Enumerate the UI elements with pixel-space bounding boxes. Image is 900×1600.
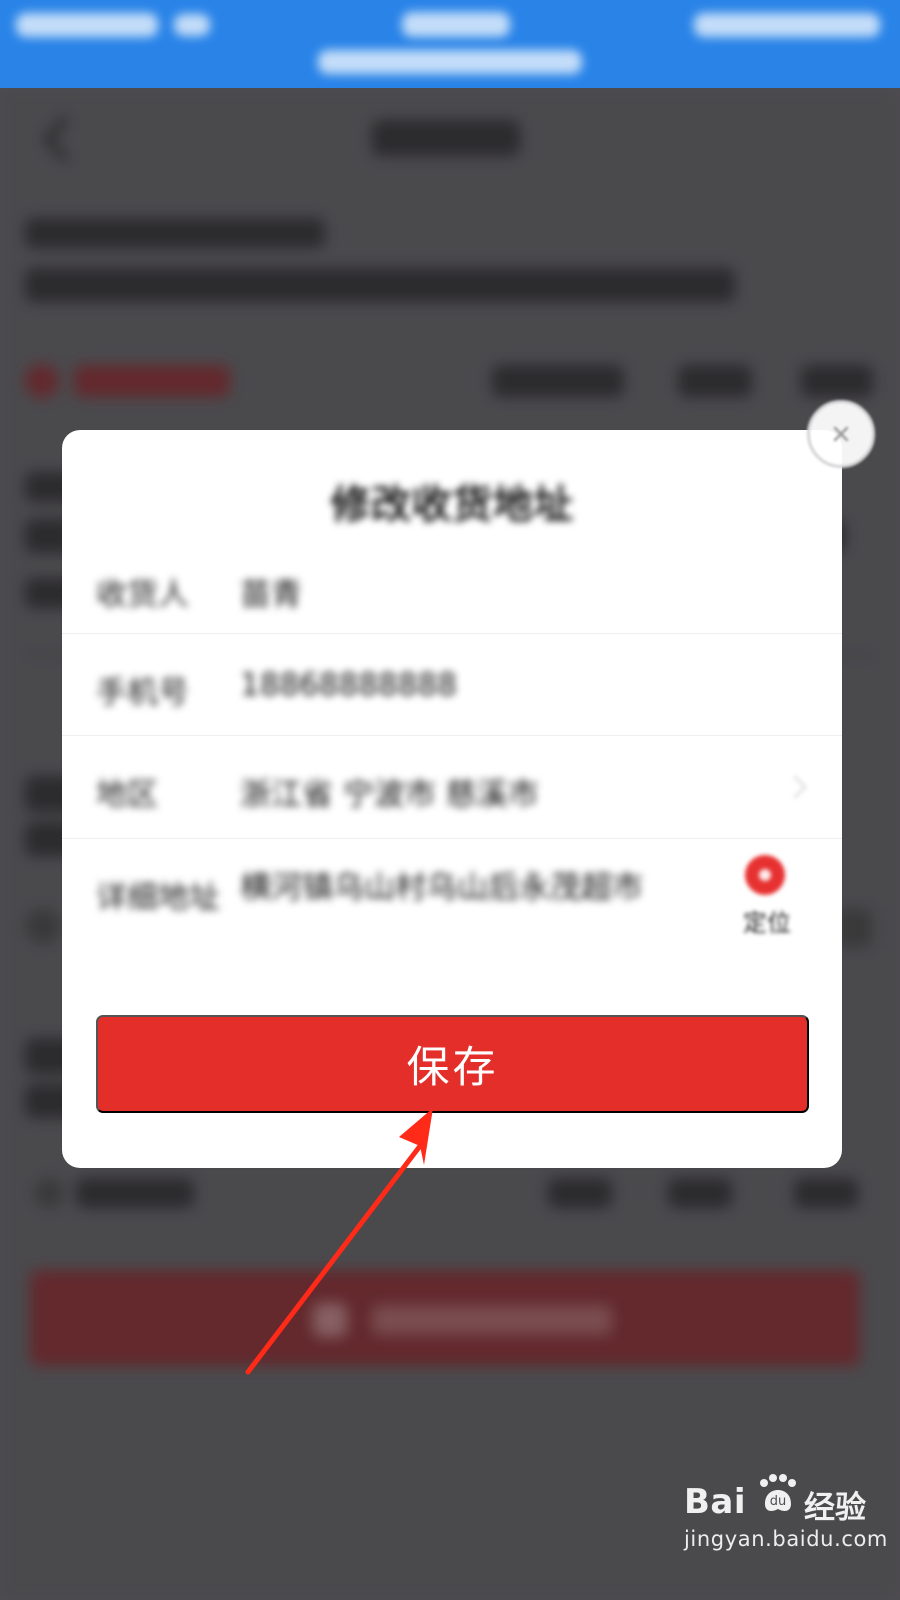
- baidu-paw-logo: du: [760, 1474, 796, 1512]
- detail-address-value-blurred[interactable]: 横河镇乌山村乌山后永茂超市: [240, 859, 650, 917]
- region-value-blurred[interactable]: 浙江省 宁波市 慈溪市: [240, 769, 539, 814]
- screenshot: 修改收货地址 收货人 苗青 手机号 18868888888 地区 浙江省 宁波市…: [0, 0, 900, 1600]
- watermark-brand-text: Bai: [684, 1482, 747, 1522]
- phone-value-blurred[interactable]: 18868888888: [240, 667, 457, 703]
- locate-control[interactable]: 定位: [736, 855, 796, 947]
- watermark-brand-cn: 经验: [804, 1490, 866, 1526]
- status-time-blur: [402, 12, 510, 37]
- svg-text:du: du: [770, 1494, 787, 1509]
- save-button[interactable]: 保存: [96, 1015, 809, 1113]
- detail-address-label-blurred: 详细地址: [96, 880, 220, 916]
- region-label-blurred: 地区: [96, 777, 158, 813]
- close-button[interactable]: [807, 400, 875, 468]
- receiver-value-blurred[interactable]: 苗青: [240, 569, 302, 614]
- region-row[interactable]: 地区 浙江省 宁波市 慈溪市: [62, 736, 842, 839]
- watermark-url: jingyan.baidu.com: [684, 1527, 888, 1551]
- receiver-label-blurred: 收货人: [96, 577, 189, 613]
- close-icon: [833, 426, 849, 442]
- receiver-row[interactable]: 收货人 苗青: [62, 536, 842, 634]
- chevron-right-icon: [793, 775, 808, 799]
- phone-row[interactable]: 手机号 18868888888: [62, 634, 842, 736]
- status-notification-blur: [318, 50, 582, 74]
- status-icons-blur: [694, 13, 880, 37]
- location-pin-icon: [745, 855, 785, 895]
- phone-label-blurred: 手机号: [96, 675, 189, 711]
- baidu-jingyan-watermark: Bai du 经验 jingyan.baidu.com: [684, 1470, 888, 1570]
- locate-label-blurred: 定位: [743, 909, 791, 937]
- dialog-title-blurred: 修改收货地址: [330, 482, 574, 528]
- status-bar: [0, 0, 900, 88]
- status-carrier-blur: [16, 13, 158, 37]
- detail-address-row[interactable]: 详细地址 横河镇乌山村乌山后永茂超市 定位: [62, 839, 842, 981]
- status-network-blur: [174, 14, 210, 36]
